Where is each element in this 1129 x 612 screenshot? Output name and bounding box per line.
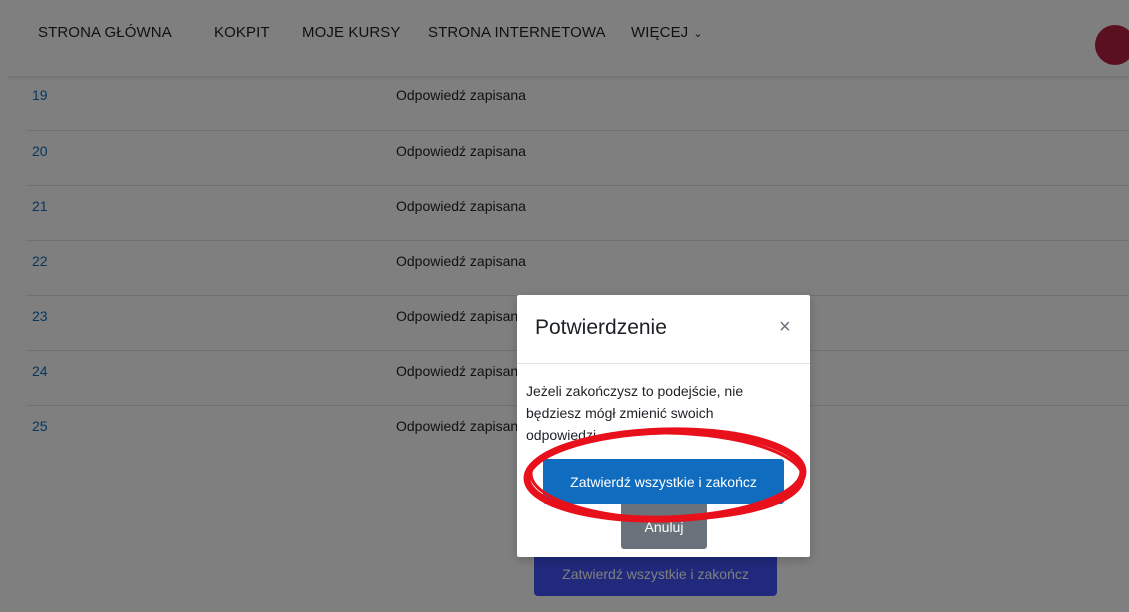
modal-message: Jeżeli zakończysz to podejście, nie będz… <box>526 383 744 443</box>
close-icon[interactable]: × <box>779 317 791 337</box>
confirmation-dialog: Potwierdzenie × Jeżeli zakończysz to pod… <box>517 295 810 557</box>
modal-title: Potwierdzenie <box>535 316 667 339</box>
confirm-submit-button[interactable]: Zatwierdź wszystkie i zakończ <box>543 459 784 504</box>
cancel-button[interactable]: Anuluj <box>621 504 707 549</box>
modal-header: Potwierdzenie × <box>517 295 810 364</box>
